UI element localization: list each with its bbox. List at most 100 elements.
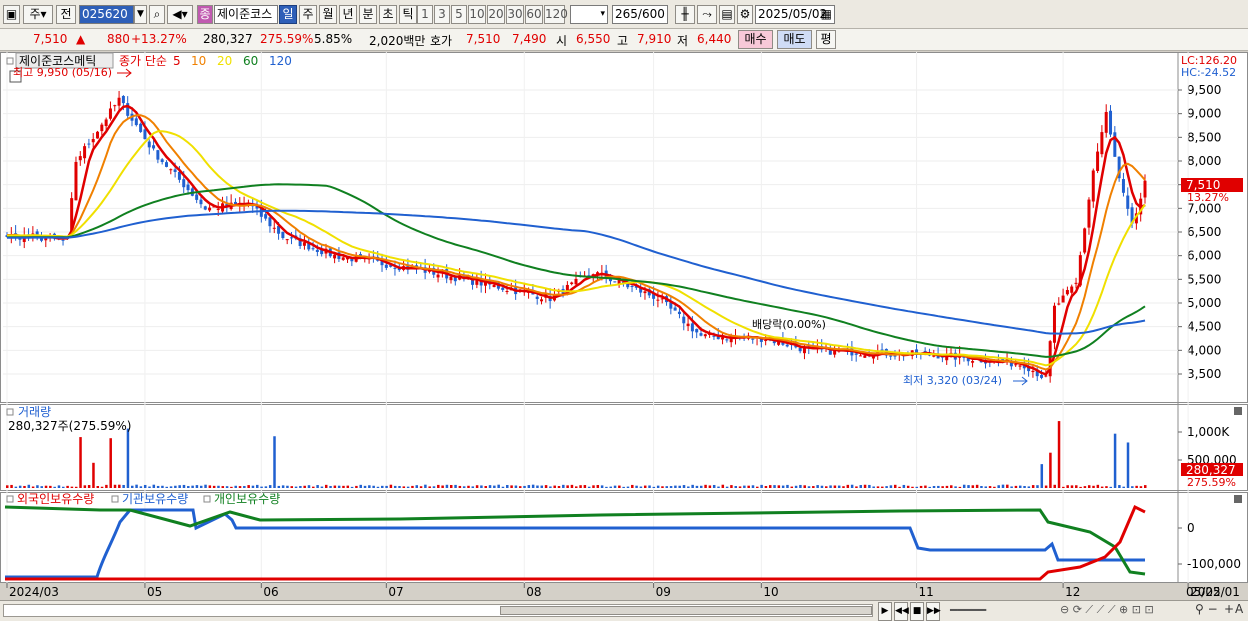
stock-code-input[interactable]: 025620 [79, 5, 134, 24]
volume-bar [277, 485, 281, 488]
holding-checkbox [111, 495, 119, 503]
window-icon[interactable]: ▣ [3, 5, 20, 24]
zoom-slider[interactable]: ━━━━━ [950, 603, 986, 617]
volume-bar [424, 484, 427, 488]
speaker-icon[interactable]: ◀▾ [167, 5, 193, 24]
volume-bar [221, 486, 225, 488]
volume-bar [760, 484, 763, 488]
candle-body [100, 124, 104, 132]
candle-body [1018, 365, 1022, 367]
volume-bar [1139, 486, 1143, 488]
scroll-track[interactable] [3, 604, 873, 617]
ask-label: 호가 [430, 34, 453, 48]
volume-bar [70, 486, 74, 488]
volume-bar [833, 485, 837, 488]
rewind-icon[interactable]: ◀◀ [894, 602, 909, 621]
volume-bar [363, 485, 367, 488]
volume-bar [786, 484, 789, 488]
candle-body [1126, 195, 1130, 209]
interval-0-button[interactable]: 1 [417, 5, 433, 24]
gear-icon[interactable]: ⚙ [737, 5, 753, 24]
period-2-button[interactable]: 월 [319, 5, 337, 24]
interval-4-button[interactable]: 20 [487, 5, 505, 24]
volume-bar [1014, 485, 1018, 488]
volume-bar [756, 486, 759, 488]
candle-body [1087, 199, 1091, 228]
candle-body [1061, 295, 1065, 303]
search-icon[interactable]: ⌕ [149, 5, 165, 24]
volume-bar [187, 486, 190, 488]
volume-bar [1070, 485, 1074, 488]
volume-bar [837, 485, 841, 488]
period-1-button[interactable]: 주 [299, 5, 317, 24]
current-price: 7,510 [33, 32, 68, 46]
volume-bar [92, 462, 95, 488]
prev-button[interactable]: 전 [56, 5, 76, 24]
volume-bar [1044, 485, 1048, 488]
avg-button[interactable]: 평 [816, 30, 836, 49]
volume-bar [1053, 484, 1056, 488]
volume-bar [1049, 452, 1052, 488]
period-5-button[interactable]: 초 [379, 5, 397, 24]
candle-body [268, 217, 272, 227]
draw-icon[interactable]: ⤳ [697, 5, 717, 24]
interval-7-button[interactable]: 120 [544, 5, 568, 24]
volume-bar [557, 486, 561, 488]
volume-bar [53, 486, 56, 488]
volume-bar [881, 486, 884, 488]
volume-last-tag: 280,327 [1186, 463, 1236, 477]
zoom-in-icon[interactable]: + [1224, 602, 1234, 616]
volume-bar [704, 484, 707, 488]
volume-bar [825, 486, 828, 488]
candle-body [893, 355, 897, 357]
chevron-down-icon[interactable]: ▼ [134, 5, 147, 24]
price-chart[interactable]: 9,5009,0008,5008,0007,5007,0006,5006,000… [0, 52, 1248, 600]
stock-badge: 종 [197, 5, 213, 24]
candle-body [703, 334, 707, 337]
holding-tick-label: 0 [1187, 521, 1195, 535]
date-input[interactable]: 2025/05/02 ▦ [755, 5, 835, 24]
stop-icon[interactable]: ■ [910, 602, 924, 621]
period-6-button[interactable]: 틱 [399, 5, 417, 24]
play-icon[interactable]: ▶ [878, 602, 892, 621]
sell-button[interactable]: 매도 [777, 30, 812, 49]
volume-bar [678, 485, 681, 488]
volume-bar [381, 485, 384, 488]
candle-icon[interactable]: ╫ [675, 5, 695, 24]
tool-icons[interactable]: ⊖ ⟳ ⟋ ⟋ ⟋ ⊕ ⊡ ⊡ [1060, 603, 1154, 617]
top-toolbar: ▣ 주▾ 전 025620 ▼ ⌕ ◀▾ 종 제이준코스 일주월년분초틱 135… [0, 0, 1248, 29]
volume-bar [441, 485, 444, 488]
interval-1-button[interactable]: 3 [434, 5, 450, 24]
zoom-out-icon[interactable]: ⚲ − [1195, 602, 1218, 616]
volume-bar [708, 485, 712, 488]
interval-5-button[interactable]: 30 [506, 5, 524, 24]
holding-legend-0: 외국인보유수량 [17, 492, 94, 506]
count-field[interactable]: 265/600 [612, 5, 668, 24]
volume-bar [777, 485, 781, 488]
period-4-button[interactable]: 분 [359, 5, 377, 24]
period-3-button[interactable]: 년 [339, 5, 357, 24]
scroll-thumb[interactable] [500, 606, 872, 615]
interval-3-button[interactable]: 10 [468, 5, 486, 24]
font-size-icon[interactable]: A [1235, 602, 1243, 616]
buy-button[interactable]: 매수 [738, 30, 773, 49]
interval-2-button[interactable]: 5 [451, 5, 467, 24]
candle-body [505, 291, 509, 293]
candle-body [725, 339, 729, 341]
calendar-icon[interactable]: ▦ [821, 6, 832, 23]
save-icon[interactable]: ▤ [719, 5, 735, 24]
volume-bar [337, 485, 341, 488]
market-select[interactable]: 주▾ [23, 5, 53, 24]
period-0-button[interactable]: 일 [279, 5, 297, 24]
interval-6-button[interactable]: 60 [525, 5, 543, 24]
volume-bar [376, 486, 380, 488]
high-label: 고 [617, 34, 629, 48]
volume-bar [566, 485, 569, 488]
volume-bar [665, 486, 669, 488]
interval-select[interactable]: ▾ [570, 5, 608, 24]
forward-icon[interactable]: ▶▶ [926, 602, 941, 621]
candle-body [613, 281, 617, 283]
volume-bar [174, 485, 177, 488]
candle-body [160, 159, 164, 163]
price-change: 880 [107, 32, 130, 46]
